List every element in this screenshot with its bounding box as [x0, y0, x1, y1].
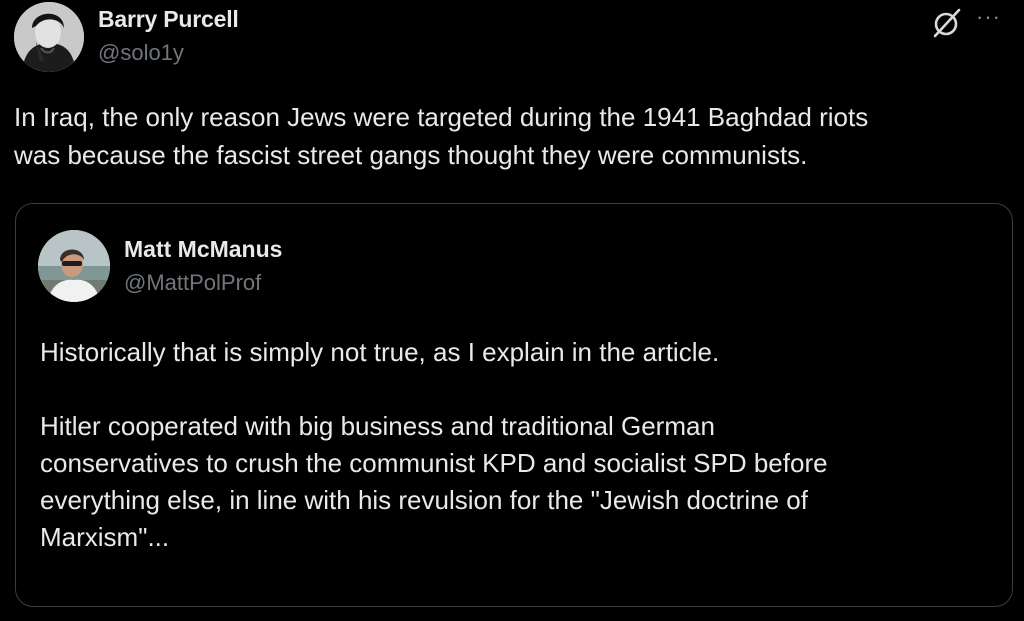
more-options-icon[interactable]: ···: [976, 4, 1001, 30]
grok-icon[interactable]: [930, 6, 964, 40]
quoted-author-handle[interactable]: @MattPolProf: [124, 270, 261, 296]
author-avatar[interactable]: [14, 2, 84, 72]
tweet-text: In Iraq, the only reason Jews were targe…: [14, 102, 869, 170]
quoted-author-display-name[interactable]: Matt McManus: [124, 236, 282, 263]
author-avatar-image: [14, 2, 84, 72]
author-display-name[interactable]: Barry Purcell: [98, 6, 239, 33]
quoted-author-avatar[interactable]: [38, 230, 110, 302]
quoted-author-avatar-image: [38, 230, 110, 302]
tweet: Barry Purcell @solo1y ··· In Iraq, the o…: [0, 0, 1024, 621]
quoted-tweet-card[interactable]: Matt McManus @MattPolProf Historically t…: [15, 203, 1013, 607]
author-handle[interactable]: @solo1y: [98, 40, 184, 66]
grok-icon-glyph: [933, 8, 961, 38]
quoted-tweet-text: Historically that is simply not true, as…: [40, 337, 828, 552]
